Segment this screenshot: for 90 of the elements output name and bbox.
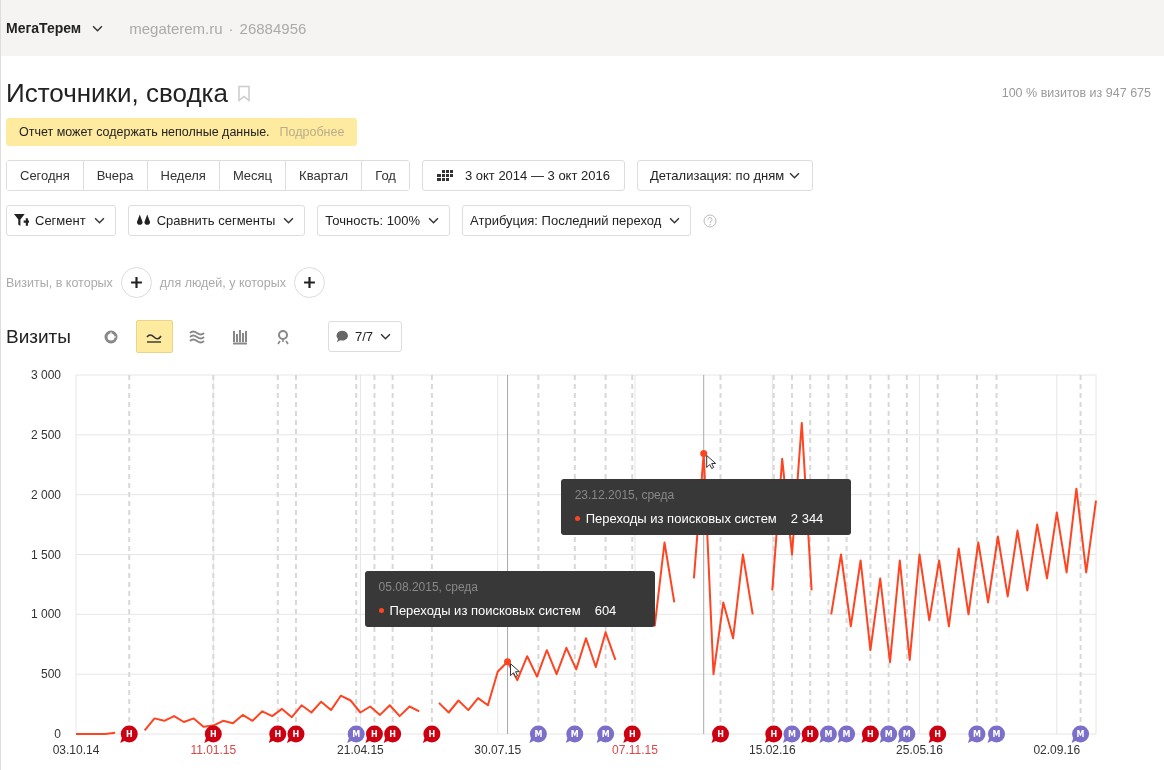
data-point: [504, 658, 512, 666]
note-marker[interactable]: М: [1071, 725, 1090, 743]
x-axis-label: 03.10.14: [52, 743, 100, 757]
note-marker[interactable]: Н: [764, 725, 783, 743]
chart-type-button[interactable]: [136, 320, 173, 353]
pin-icon: [275, 328, 292, 345]
series-dot: [574, 515, 580, 521]
cursor-icon: [510, 663, 521, 678]
note-marker[interactable]: М: [879, 725, 898, 743]
y-axis-label: 500: [40, 667, 61, 682]
x-axis-label: 30.07.15: [474, 743, 522, 757]
chevron-icon: [93, 217, 105, 224]
calendar-icon: [436, 169, 453, 182]
plus-icon: [129, 276, 143, 289]
series-dot: [378, 607, 384, 613]
note-marker[interactable]: М: [565, 725, 584, 743]
x-axis-label: 25.05.16: [896, 743, 943, 757]
chart-title: Визиты: [6, 325, 71, 348]
tooltip-date: 23.12.2015, среда: [574, 487, 676, 502]
y-axis-label: 2 000: [30, 487, 61, 502]
add-condition-button[interactable]: [120, 267, 152, 298]
plus-icon: [302, 276, 316, 289]
note-marker[interactable]: Н: [422, 725, 441, 743]
tooltip-date: 05.08.2015, среда: [378, 579, 480, 594]
x-axis-label: 07.11.15: [612, 743, 658, 757]
site-domain: megaterem.ru: [129, 19, 223, 37]
y-axis-label: 1 000: [30, 607, 61, 622]
note-marker[interactable]: Н: [383, 725, 402, 743]
note-marker[interactable]: Н: [365, 725, 383, 743]
note-marker[interactable]: М: [529, 725, 547, 743]
speech-bubble-icon: [335, 330, 350, 343]
note-marker[interactable]: Н: [928, 725, 947, 743]
note-marker[interactable]: М: [819, 725, 837, 743]
y-axis-label: 3 000: [30, 368, 61, 382]
note-marker[interactable]: Н: [711, 725, 729, 743]
chevron-icon: [92, 24, 104, 32]
x-axis-label: 21.04.15: [337, 743, 384, 757]
x-axis-label: 02.09.16: [1033, 743, 1081, 757]
note-marker[interactable]: Н: [861, 725, 879, 743]
chevron-icon: [669, 217, 681, 224]
chevron-icon: [380, 333, 392, 340]
notice-text: Отчет может содержать неполные данные.: [19, 125, 270, 139]
note-marker[interactable]: М: [596, 725, 615, 743]
period-button[interactable]: Сегодня: [7, 161, 84, 190]
drops-icon: [135, 214, 151, 227]
filter-dropdown[interactable]: Сравнить сегменты: [127, 205, 306, 236]
tooltip-value: 604: [594, 602, 617, 618]
tooltip-series: Переходы из поисковых систем: [389, 602, 581, 618]
y-axis-label: 0: [54, 727, 61, 741]
tooltip-series: Переходы из поисковых систем: [585, 510, 777, 526]
filter-icon: [14, 214, 29, 227]
filter-dropdown[interactable]: Точность: 100%: [317, 205, 451, 236]
chevron-icon: [428, 217, 440, 224]
date-range-button[interactable]: 3 окт 2014 — 3 окт 2016: [421, 160, 625, 191]
tooltip-value: 2 344: [790, 510, 824, 526]
note-marker[interactable]: Н: [120, 725, 138, 743]
y-axis-label: 1 500: [30, 547, 61, 562]
separator: ·: [228, 19, 234, 37]
condition-label: Визиты, в которых: [6, 275, 113, 290]
y-axis-label: 2 500: [30, 427, 61, 442]
condition-label: для людей, у которых: [159, 275, 286, 290]
note-marker[interactable]: М: [837, 725, 856, 743]
note-marker[interactable]: М: [987, 725, 1005, 743]
chevron-icon: [789, 172, 801, 179]
chevron-icon: [283, 217, 295, 224]
detail-dropdown[interactable]: Детализация: по дням: [636, 160, 814, 191]
note-marker[interactable]: М: [897, 725, 916, 743]
filter-dropdown[interactable]: Сегмент: [6, 205, 116, 236]
filter-dropdown[interactable]: Атрибуция: Последний переход: [462, 205, 692, 236]
counter-id: 26884956: [239, 19, 307, 37]
x-axis-label: 11.01.15: [190, 743, 237, 757]
note-marker[interactable]: Н: [623, 725, 641, 743]
visits-summary: 100 % визитов из 947 675: [1001, 86, 1151, 100]
note-marker[interactable]: М: [347, 725, 365, 743]
note-marker[interactable]: Н: [286, 725, 305, 743]
note-marker[interactable]: Н: [204, 725, 222, 743]
note-marker[interactable]: Н: [801, 725, 819, 743]
area-chart-icon: [189, 328, 206, 345]
x-axis-label: 15.02.16: [749, 743, 796, 757]
cursor-icon: [706, 455, 717, 469]
note-marker[interactable]: М: [967, 725, 986, 743]
note-marker[interactable]: М: [782, 725, 801, 743]
bar-chart-icon: [232, 328, 249, 345]
notes-dropdown[interactable]: 7/7: [328, 321, 403, 352]
account-dropdown[interactable]: МегаТерем: [6, 20, 104, 36]
note-marker[interactable]: Н: [268, 725, 287, 743]
data-point: [700, 450, 708, 457]
add-condition-button[interactable]: [293, 267, 325, 298]
pie-chart-icon: [103, 328, 120, 345]
page-title: Источники, сводка: [6, 77, 228, 109]
